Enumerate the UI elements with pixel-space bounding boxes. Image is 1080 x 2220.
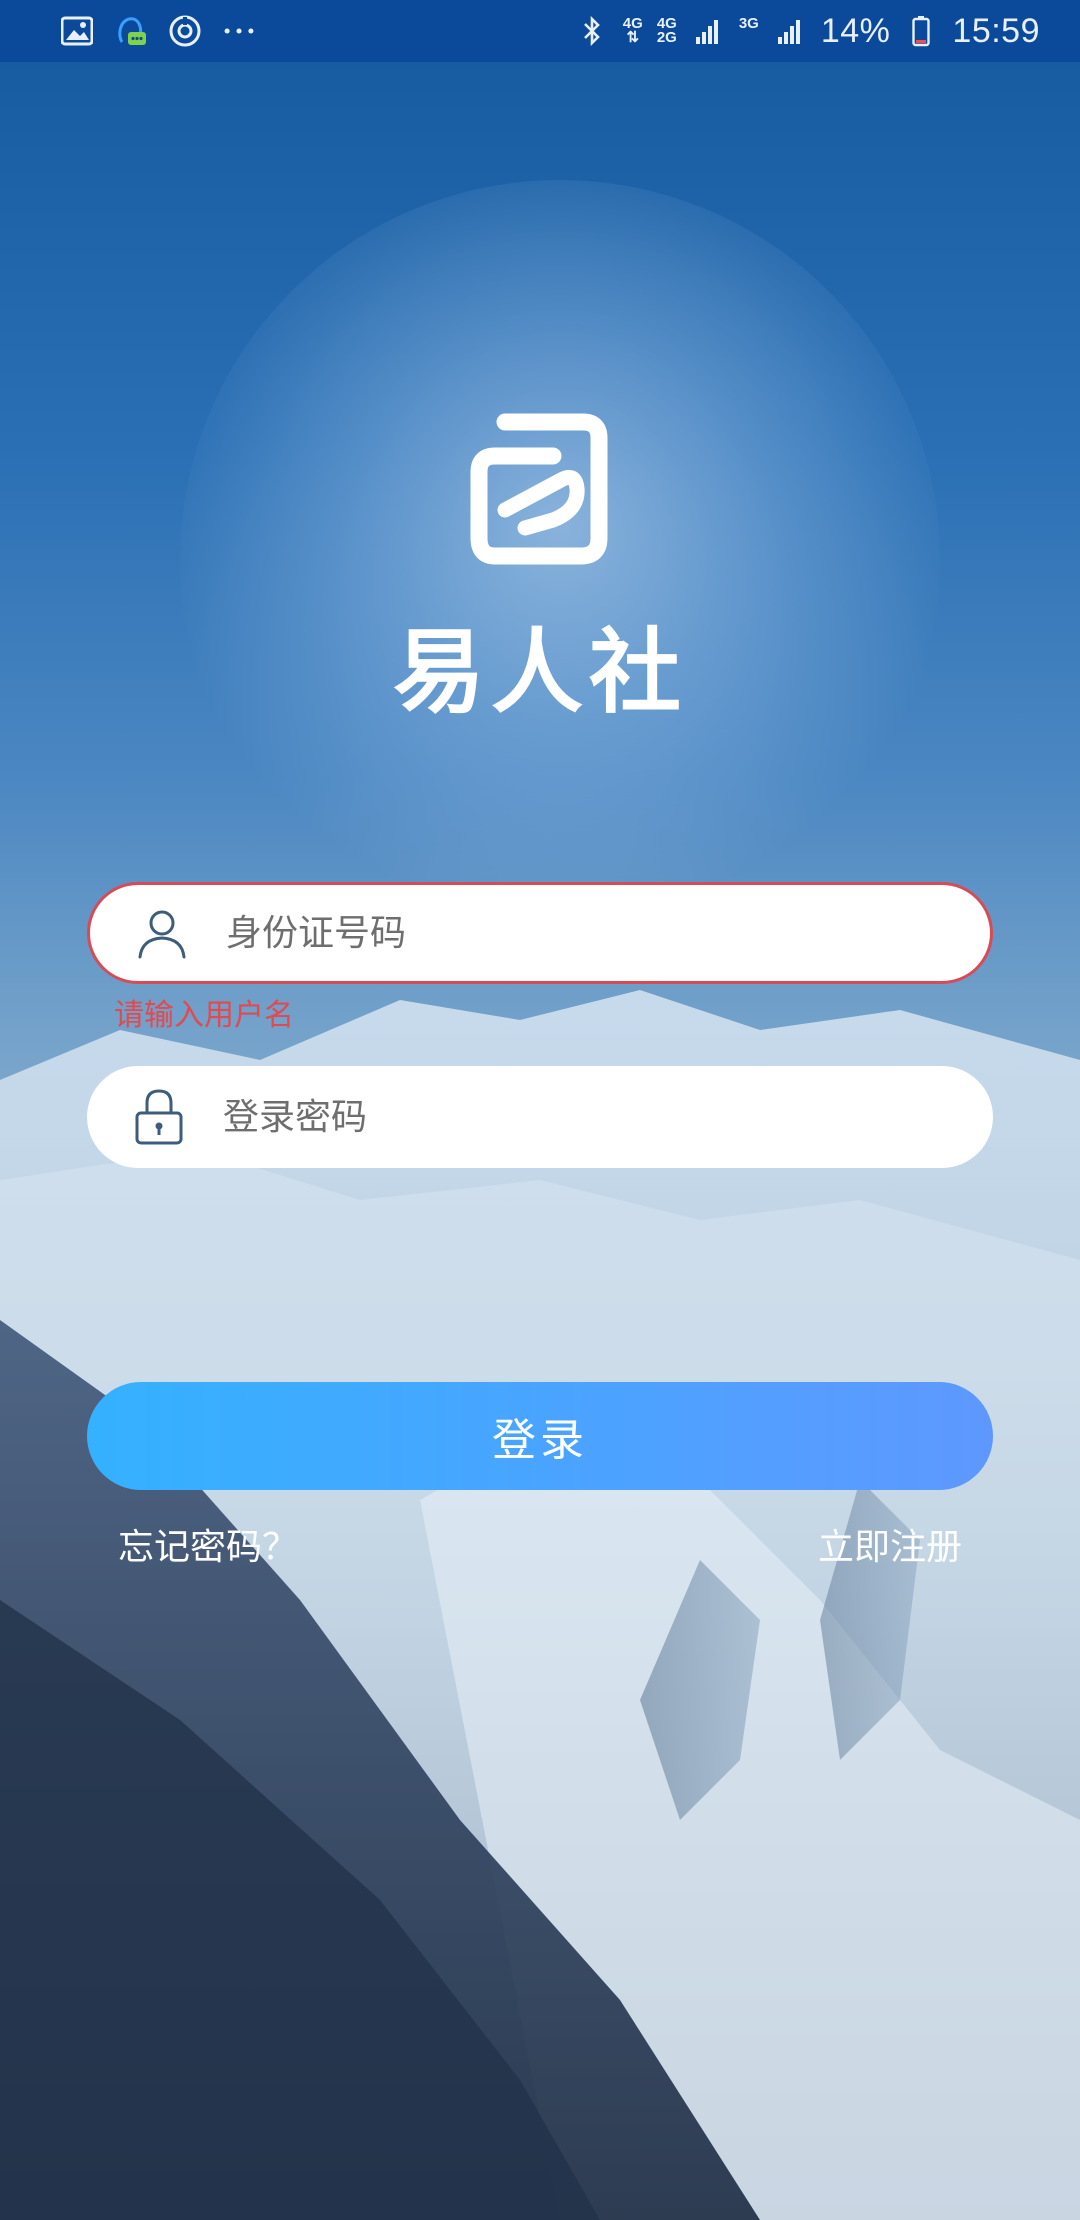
id-number-field[interactable] — [87, 882, 993, 984]
refresh-circle-icon — [168, 14, 202, 48]
status-bar: 4G ⇅ 4G 2G 3G 14% 15:59 — [0, 0, 1080, 62]
id-number-input[interactable] — [224, 911, 990, 955]
network-3g-indicator: 3G — [738, 15, 759, 45]
status-bar-left — [60, 14, 256, 48]
lock-icon — [135, 1089, 183, 1145]
signal-icon — [691, 14, 725, 48]
network-2g-bottom-label: 2G — [656, 29, 677, 46]
bluetooth-icon — [575, 14, 609, 48]
qq-message-icon — [114, 14, 148, 48]
password-input[interactable] — [221, 1095, 993, 1139]
login-button[interactable]: 登录 — [87, 1382, 993, 1490]
battery-percent: 14% — [820, 11, 891, 50]
network-4g-2g-indicator: 4G 2G — [656, 16, 677, 46]
app-logo-icon — [470, 413, 608, 565]
login-screen: 4G ⇅ 4G 2G 3G 14% 15:59 易人社 身份证号码 请输入用户名… — [0, 0, 1080, 2220]
register-link[interactable]: 立即注册 — [818, 1518, 962, 1570]
forgot-password-link[interactable]: 忘记密码？ — [118, 1518, 298, 1570]
network-4g-label: 4G — [622, 15, 643, 32]
id-number-error: 请输入用户名 — [114, 998, 294, 1033]
status-bar-right: 4G ⇅ 4G 2G 3G 14% 15:59 — [575, 12, 1040, 51]
battery-icon — [904, 14, 938, 48]
clock: 15:59 — [952, 11, 1040, 50]
app-logo-block: 易人社 — [0, 410, 1080, 731]
password-field[interactable] — [87, 1066, 993, 1168]
network-4g-indicator: 4G ⇅ — [622, 15, 643, 46]
image-icon — [60, 14, 94, 48]
app-name: 易人社 — [392, 619, 687, 726]
more-dots-icon — [222, 14, 256, 48]
user-icon — [138, 910, 186, 959]
signal-icon-2 — [773, 14, 807, 48]
network-3g-label: 3G — [738, 15, 759, 32]
